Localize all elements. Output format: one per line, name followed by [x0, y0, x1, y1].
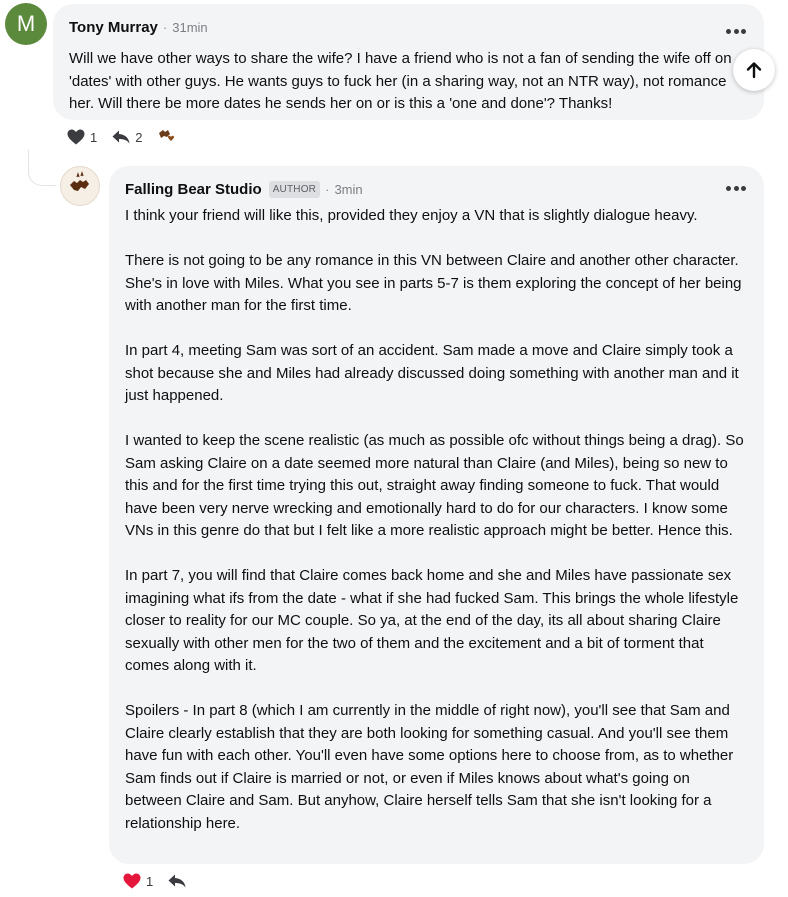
comment-actions: 1	[122, 871, 201, 891]
comment-actions: 1 2	[66, 127, 192, 147]
comment-time[interactable]: 3min	[334, 182, 362, 197]
more-options-icon[interactable]	[726, 186, 746, 192]
comment-author[interactable]: Falling Bear Studio	[125, 181, 262, 198]
comment-author[interactable]: Tony Murray	[69, 19, 158, 36]
comment-paragraph: Spoilers - In part 8 (which I am current…	[125, 702, 734, 832]
reply-count: 2	[135, 129, 143, 145]
comment-bubble: Falling Bear Studio AUTHOR · 3min I thin…	[109, 166, 764, 864]
avatar[interactable]	[60, 166, 100, 206]
heart-filled-icon	[123, 873, 141, 889]
comment-text: I think your friend will like this, prov…	[125, 205, 748, 835]
reply-button[interactable]: 2	[111, 129, 142, 145]
comment-paragraph: There is not going to be any romance in …	[125, 252, 742, 314]
like-count: 1	[146, 873, 154, 889]
comment-bubble: Tony Murray · 31min Will we have other w…	[53, 4, 764, 120]
avatar[interactable]: M	[5, 3, 47, 45]
comment-header: Tony Murray · 31min	[69, 17, 748, 37]
reply-button[interactable]	[167, 873, 187, 889]
reply-arrow-icon	[168, 874, 186, 888]
comment-paragraph: In part 7, you will find that Claire com…	[125, 567, 739, 674]
comment-paragraph: I wanted to keep the scene realistic (as…	[125, 432, 744, 539]
comment-header: Falling Bear Studio AUTHOR · 3min	[125, 179, 748, 199]
bear-reaction-icon	[159, 130, 175, 141]
more-options-icon[interactable]	[726, 29, 746, 35]
comment-text: Will we have other ways to share the wif…	[69, 50, 732, 112]
comment-paragraph: I think your friend will like this, prov…	[125, 207, 698, 224]
separator-dot: ·	[325, 181, 330, 197]
comment-paragraph: In part 4, meeting Sam was sort of an ac…	[125, 342, 739, 404]
bear-logo-icon	[70, 171, 89, 191]
reactor-avatars[interactable]	[156, 127, 178, 147]
thread-line	[28, 150, 56, 186]
like-button[interactable]: 1	[122, 872, 153, 890]
arrow-up-icon	[746, 62, 762, 79]
like-button[interactable]: 1	[66, 128, 97, 146]
separator-dot: ·	[162, 19, 168, 35]
like-count: 1	[90, 129, 98, 145]
reply-arrow-icon	[112, 130, 130, 144]
comment-time[interactable]: 31min	[172, 20, 207, 35]
author-badge: AUTHOR	[268, 180, 321, 198]
scroll-to-top-button[interactable]	[733, 49, 775, 91]
heart-outline-icon	[67, 129, 85, 145]
